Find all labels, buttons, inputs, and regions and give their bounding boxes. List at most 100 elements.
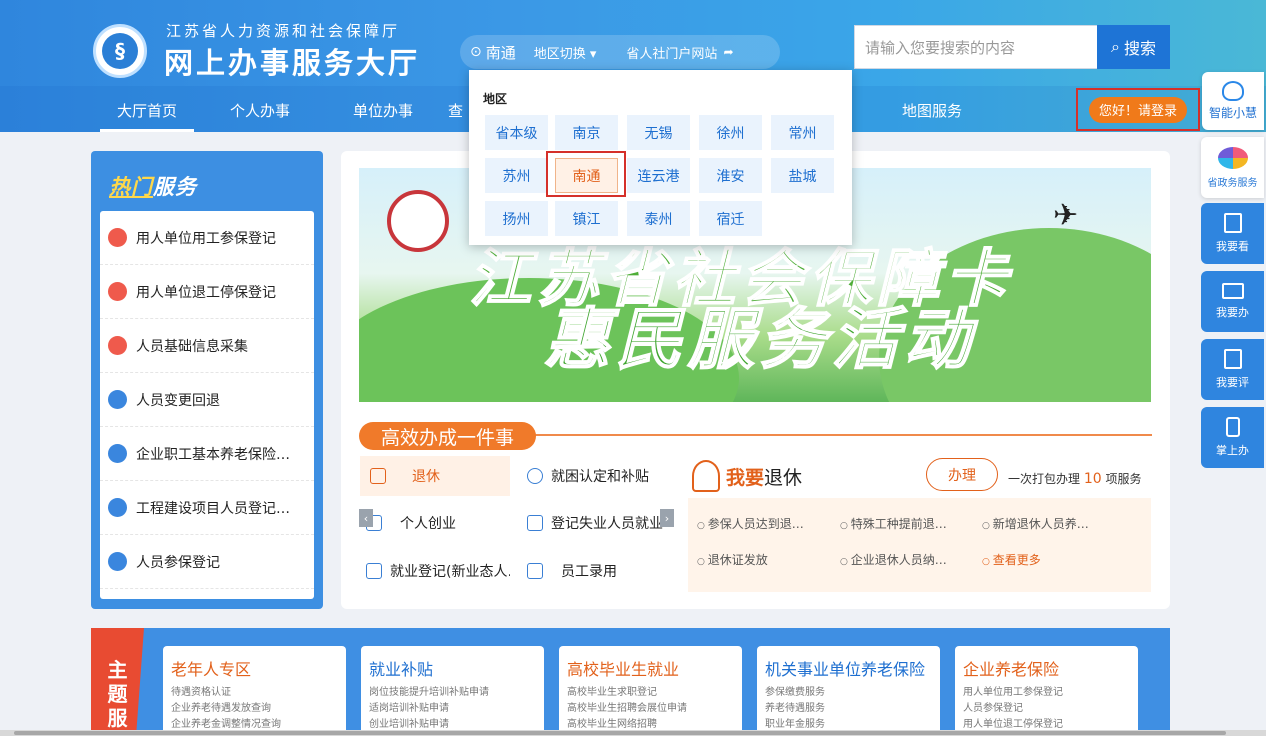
retire-link[interactable]: 特殊工种提前退… (840, 515, 972, 532)
hot-service-label: 人员参保登记 (136, 554, 220, 571)
city-option[interactable]: 泰州 (627, 201, 690, 236)
next-arrow-icon[interactable]: › (660, 509, 674, 527)
hot-title-highlight: 热门 (109, 175, 153, 199)
float-handle[interactable]: 我要办 (1201, 271, 1264, 332)
search-button[interactable]: ⌕ 搜索 (1097, 25, 1170, 69)
search-input[interactable]: 请输入您要搜索的内容 (854, 25, 1098, 69)
float-evaluate[interactable]: 我要评 (1201, 339, 1264, 400)
city-option[interactable]: 宿迁 (699, 201, 762, 236)
theme-card[interactable]: 就业补贴 岗位技能提升培训补贴申请 适岗培训补贴申请 创业培训补贴申请 (361, 646, 544, 736)
nav-map-service[interactable]: 地图服务 (902, 88, 962, 132)
hot-service-item[interactable]: 人员参保登记 (100, 535, 314, 589)
service-startup[interactable]: 个人创业 (366, 503, 510, 543)
theme-card-link[interactable]: 企业养老待遇发放查询 (171, 701, 338, 717)
hot-service-item[interactable]: 用人单位退工停保登记 (100, 265, 314, 319)
service-registration[interactable]: 就业登记(新业态人… (366, 551, 510, 591)
city-option[interactable]: 淮安 (699, 158, 762, 193)
phone-icon (1225, 417, 1240, 437)
nav-unit[interactable]: 单位办事 (290, 88, 413, 132)
retire-link[interactable]: 参保人员达到退… (697, 515, 829, 532)
city-option[interactable]: 苏州 (485, 158, 548, 193)
swallow-icon: ✈ (1053, 198, 1079, 233)
search-icon: ⌕ (1111, 37, 1120, 56)
float-view-label: 我要看 (1216, 240, 1249, 253)
theme-card-link[interactable]: 养老待遇服务 (765, 701, 932, 717)
view-more-link[interactable]: 查看更多 (982, 551, 1114, 568)
theme-card-link[interactable]: 岗位技能提升培训补贴申请 (369, 685, 536, 701)
retire-title: 我要退休 (726, 463, 802, 490)
theme-card-link[interactable]: 适岗培训补贴申请 (369, 701, 536, 717)
pack-prefix: 一次打包办理 (1008, 472, 1081, 486)
hot-service-item[interactable]: 人员基础信息采集 (100, 319, 314, 373)
selected-city-highlight (546, 151, 626, 197)
service-hardship[interactable]: 就困认定和补贴 (527, 456, 673, 496)
theme-card-link[interactable]: 待遇资格认证 (171, 685, 338, 701)
retire-title-bold: 我要 (726, 467, 765, 489)
float-mobile[interactable]: 掌上办 (1201, 407, 1264, 468)
handle-button[interactable]: 办理 (926, 458, 998, 491)
horizontal-scrollbar[interactable] (0, 730, 1266, 736)
service-hiring[interactable]: 员工录用 (527, 551, 673, 591)
service-label: 员工录用 (561, 564, 617, 580)
city-option[interactable]: 南京 (555, 115, 618, 150)
service-dot-icon (108, 336, 127, 355)
hot-service-item[interactable]: 工程建设项目人员登记… (100, 481, 314, 535)
nav-query[interactable]: 查 (413, 88, 463, 132)
share-icon[interactable]: ➦ (723, 45, 733, 59)
register-icon (366, 563, 382, 579)
monitor-icon (1221, 283, 1244, 299)
hot-services-panel: 热门服务 用人单位用工参保登记用人单位退工停保登记人员基础信息采集人员变更回退企… (91, 151, 323, 609)
theme-card[interactable]: 高校毕业生就业 高校毕业生求职登记 高校毕业生招聘会展位申请 高校毕业生网络招聘 (559, 646, 742, 736)
city-option[interactable]: 扬州 (485, 201, 548, 236)
service-label: 退休 (412, 469, 440, 485)
pack-suffix: 项服务 (1105, 472, 1142, 486)
theme-card-link[interactable]: 参保缴费服务 (765, 685, 932, 701)
theme-card[interactable]: 老年人专区 待遇资格认证 企业养老待遇发放查询 企业养老金调整情况查询 (163, 646, 346, 736)
city-option[interactable]: 无锡 (627, 115, 690, 150)
city-option[interactable]: 连云港 (627, 158, 690, 193)
retire-link[interactable]: 退休证发放 (697, 551, 829, 568)
float-view[interactable]: 我要看 (1201, 203, 1264, 264)
hot-services-list: 用人单位用工参保登记用人单位退工停保登记人员基础信息采集人员变更回退 企业职工基本… (100, 211, 314, 599)
scrollbar-thumb[interactable] (14, 731, 1226, 735)
city-option[interactable]: 镇江 (555, 201, 618, 236)
nav-personal[interactable]: 个人办事 (194, 88, 290, 132)
retire-link[interactable]: 新增退休人员养… (982, 515, 1114, 532)
hot-service-label: 人员基础信息采集 (136, 338, 248, 355)
hardship-icon (527, 468, 543, 484)
theme-card[interactable]: 企业养老保险 用人单位用工参保登记 人员参保登记 用人单位退工停保登记 (955, 646, 1138, 736)
ai-assistant[interactable]: 智能小慧 (1202, 72, 1264, 130)
float-handle-label: 我要办 (1216, 306, 1249, 319)
city-option[interactable]: 常州 (771, 115, 834, 150)
service-retire[interactable]: 退休 (360, 456, 510, 496)
hot-services-title: 热门服务 (109, 171, 197, 201)
theme-card-title: 企业养老保险 (963, 660, 1060, 679)
city-option[interactable]: 盐城 (771, 158, 834, 193)
hot-service-item[interactable]: 人员变更回退 (100, 373, 314, 427)
theme-card-link[interactable]: 用人单位用工参保登记 (963, 685, 1130, 701)
service-unemployed[interactable]: 登记失业人员就业 (527, 503, 673, 543)
hot-service-item[interactable]: 用人单位用工参保登记 (100, 211, 314, 265)
region-switch-button[interactable]: 地区切换 ▾ (534, 43, 597, 62)
ministry-logo[interactable]: § (93, 24, 147, 78)
prev-arrow-icon[interactable]: ‹ (359, 509, 373, 527)
hot-service-item[interactable]: 企业职工基本养老保险… (100, 427, 314, 481)
hot-service-label: 用人单位用工参保登记 (136, 230, 276, 247)
retire-link[interactable]: 企业退休人员纳… (840, 551, 972, 568)
main-nav: 大厅首页 个人办事 单位办事 查 (100, 88, 463, 132)
edit-icon (1223, 349, 1242, 369)
float-gov-service[interactable]: 省政务服务 (1201, 137, 1264, 198)
briefcase-icon (527, 515, 543, 531)
theme-card-link[interactable]: 人员参保登记 (963, 701, 1130, 717)
theme-card-link[interactable]: 高校毕业生招聘会展位申请 (567, 701, 734, 717)
nav-home[interactable]: 大厅首页 (100, 88, 194, 132)
city-option[interactable]: 徐州 (699, 115, 762, 150)
region-dropdown: 地区 省本级 南京 无锡 徐州 常州 苏州 南通 连云港 淮安 盐城 扬州 镇江 泰州 宿迁 (469, 70, 852, 245)
efficient-section-title: 高效办成一件事 (359, 422, 537, 450)
theme-card[interactable]: 机关事业单位养老保险 参保缴费服务 养老待遇服务 职业年金服务 (757, 646, 940, 736)
login-button[interactable]: 您好！请登录 (1088, 96, 1187, 123)
portal-link[interactable]: 省人社门户网站 (626, 43, 717, 62)
current-city[interactable]: 南通 (486, 42, 516, 63)
theme-card-link[interactable]: 高校毕业生求职登记 (567, 685, 734, 701)
city-option[interactable]: 省本级 (485, 115, 548, 150)
